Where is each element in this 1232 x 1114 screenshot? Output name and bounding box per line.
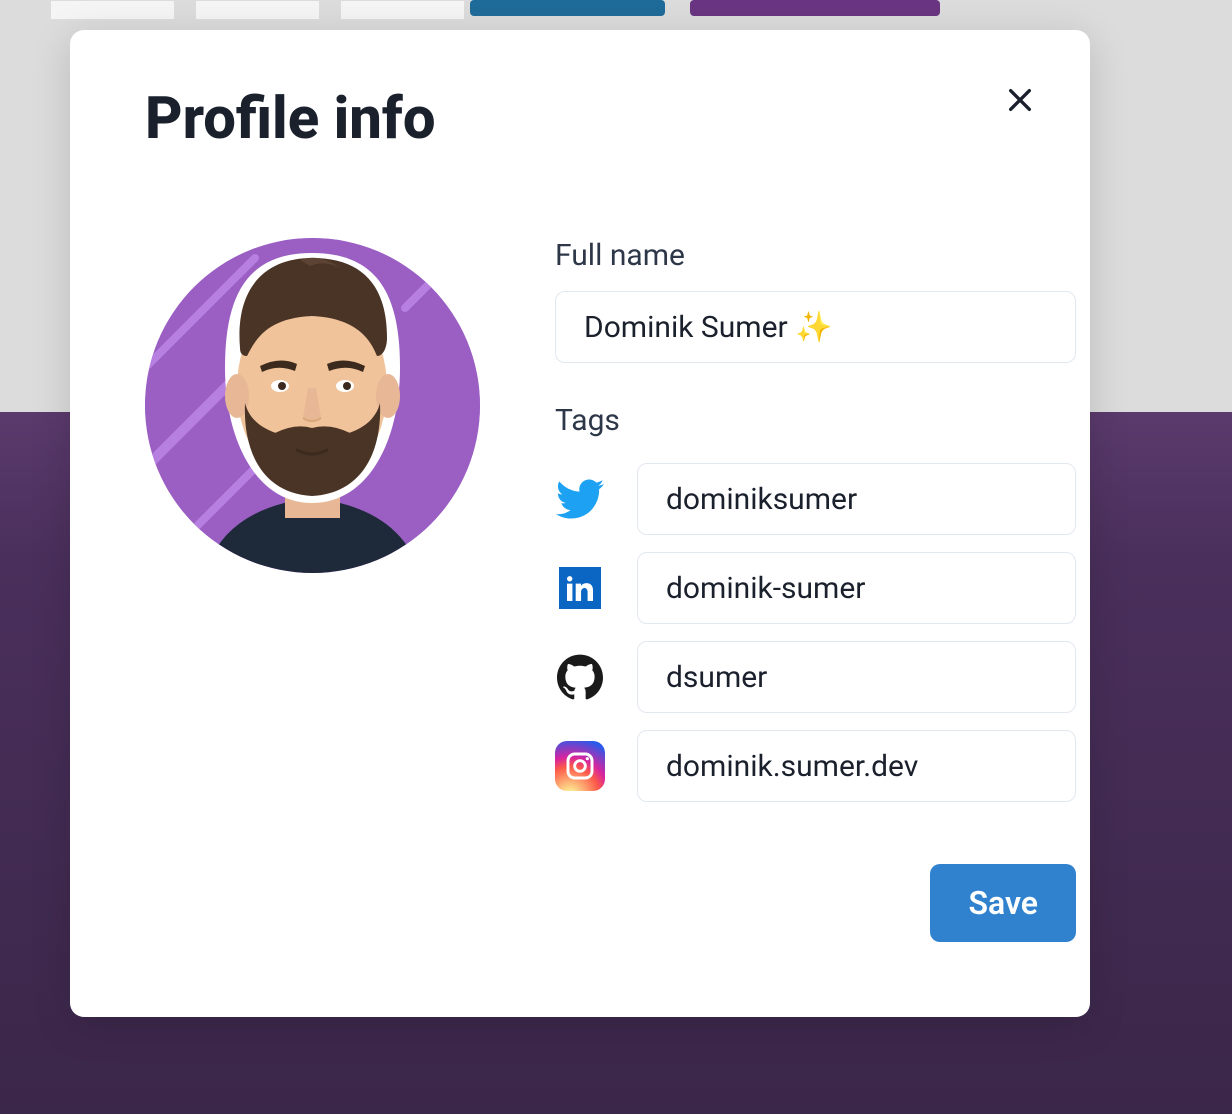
tags-label: Tags [555, 403, 1076, 438]
profile-info-modal: Profile info [70, 30, 1090, 1017]
avatar[interactable] [145, 238, 480, 573]
close-icon [1004, 84, 1036, 116]
instagram-icon [555, 741, 605, 791]
tag-row-twitter [555, 463, 1076, 535]
twitter-icon [555, 474, 605, 524]
linkedin-icon [555, 563, 605, 613]
modal-title: Profile info [145, 85, 1015, 153]
close-button[interactable] [1000, 80, 1040, 120]
instagram-input[interactable] [637, 730, 1076, 802]
background-button-purple [690, 0, 940, 16]
save-button[interactable]: Save [930, 864, 1076, 942]
tag-row-github [555, 641, 1076, 713]
github-icon [555, 652, 605, 702]
background-button-blue [470, 0, 665, 16]
github-input[interactable] [637, 641, 1076, 713]
full-name-label: Full name [555, 238, 1076, 273]
linkedin-input[interactable] [637, 552, 1076, 624]
twitter-input[interactable] [637, 463, 1076, 535]
tag-row-instagram [555, 730, 1076, 802]
avatar-illustration [145, 238, 480, 573]
full-name-input[interactable] [555, 291, 1076, 363]
tag-row-linkedin [555, 552, 1076, 624]
